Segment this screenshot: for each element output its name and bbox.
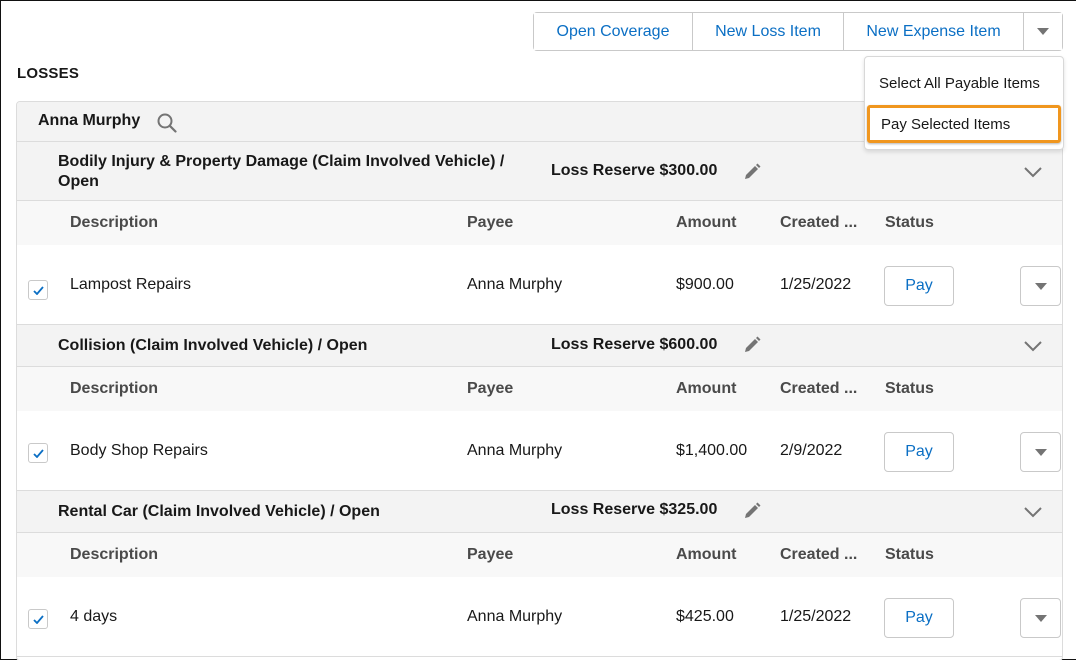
cell-description: Body Shop Repairs [70, 442, 208, 459]
column-header-row: Description Payee Amount Created ... Sta… [17, 533, 1062, 577]
losses-card: Anna Murphy Bodily Injury & Property Dam… [16, 101, 1063, 660]
coverage-title-line: Collision (Claim Involved Vehicle) / Ope… [58, 337, 368, 354]
column-amount[interactable]: Amount [676, 380, 736, 398]
loss-reserve: Loss Reserve $600.00 [551, 336, 718, 353]
menu-item-select-all-payable[interactable]: Select All Payable Items [865, 65, 1063, 101]
edit-pencil-icon[interactable] [742, 162, 762, 182]
caret-down-icon [1034, 282, 1047, 290]
cell-description: Lampost Repairs [70, 276, 191, 293]
column-status[interactable]: Status [885, 214, 934, 232]
coverage-title-line: Rental Car (Claim Involved Vehicle) / Op… [58, 503, 380, 520]
column-amount[interactable]: Amount [676, 546, 736, 564]
coverage-title: Rental Car (Claim Involved Vehicle) / Op… [58, 502, 380, 522]
loss-reserve: Loss Reserve $300.00 [551, 162, 718, 179]
edit-pencil-icon[interactable] [742, 501, 762, 521]
row-checkbox[interactable] [28, 609, 48, 629]
cell-description: 4 days [70, 608, 118, 625]
coverage-title-line: Bodily Injury & Property Damage (Claim I… [58, 153, 505, 170]
row-actions-button[interactable] [1020, 598, 1061, 638]
row-checkbox[interactable] [28, 443, 48, 463]
caret-down-icon [1034, 448, 1047, 456]
row-actions-button[interactable] [1020, 432, 1061, 472]
menu-item-pay-selected[interactable]: Pay Selected Items [867, 105, 1061, 143]
cell-created: 1/25/2022 [780, 276, 852, 293]
pay-button[interactable]: Pay [884, 266, 954, 306]
cell-created: 1/25/2022 [780, 608, 852, 625]
cell-created: 2/9/2022 [780, 442, 843, 459]
page-title: LOSSES [17, 65, 80, 82]
table-row: Body Shop Repairs Anna Murphy $1,400.00 … [17, 411, 1062, 491]
column-created[interactable]: Created ... [780, 214, 857, 232]
cell-amount: $900.00 [676, 276, 734, 293]
pay-button[interactable]: Pay [884, 432, 954, 472]
column-description[interactable]: Description [70, 214, 158, 232]
caret-down-icon [1034, 614, 1047, 622]
coverage-title: Collision (Claim Involved Vehicle) / Ope… [58, 336, 367, 356]
caret-down-icon [1037, 28, 1049, 35]
row-checkbox[interactable] [28, 280, 48, 300]
more-actions-menu: Select All Payable Items Pay Selected It… [864, 56, 1064, 150]
more-actions-button[interactable] [1024, 13, 1062, 50]
coverage-header: Bodily Injury & Property Damage (Claim I… [17, 142, 1062, 201]
loss-reserve: Loss Reserve $325.00 [551, 501, 718, 518]
column-payee[interactable]: Payee [467, 380, 513, 398]
new-loss-item-button[interactable]: New Loss Item [693, 13, 844, 50]
chevron-down-icon[interactable] [1023, 339, 1043, 353]
new-expense-item-button[interactable]: New Expense Item [844, 13, 1024, 50]
coverage-title: Bodily Injury & Property Damage (Claim I… [58, 152, 504, 192]
column-header-row: Description Payee Amount Created ... Sta… [17, 201, 1062, 245]
checkmark-icon [33, 449, 44, 458]
column-payee[interactable]: Payee [467, 546, 513, 564]
cell-payee: Anna Murphy [467, 442, 563, 459]
column-amount[interactable]: Amount [676, 214, 736, 232]
column-status[interactable]: Status [885, 380, 934, 398]
checkmark-icon [33, 286, 44, 295]
coverage-header: Rental Car (Claim Involved Vehicle) / Op… [17, 491, 1062, 533]
chevron-down-icon[interactable] [1023, 505, 1043, 519]
column-payee[interactable]: Payee [467, 214, 513, 232]
column-description[interactable]: Description [70, 380, 158, 398]
row-actions-button[interactable] [1020, 266, 1061, 306]
payee-name: Anna Murphy [38, 112, 141, 129]
table-row: 4 days Anna Murphy $425.00 1/25/2022 Pay [17, 577, 1062, 657]
column-description[interactable]: Description [70, 546, 158, 564]
column-header-row: Description Payee Amount Created ... Sta… [17, 367, 1062, 411]
table-row: Lampost Repairs Anna Murphy $900.00 1/25… [17, 245, 1062, 325]
search-icon[interactable] [156, 112, 178, 134]
coverage-header: Collision (Claim Involved Vehicle) / Ope… [17, 325, 1062, 367]
pay-button[interactable]: Pay [884, 598, 954, 638]
column-created[interactable]: Created ... [780, 546, 857, 564]
edit-pencil-icon[interactable] [742, 335, 762, 355]
cell-amount: $1,400.00 [676, 442, 748, 459]
column-created[interactable]: Created ... [780, 380, 857, 398]
chevron-down-icon[interactable] [1023, 165, 1043, 179]
cell-amount: $425.00 [676, 608, 734, 625]
open-coverage-button[interactable]: Open Coverage [534, 13, 693, 50]
cell-payee: Anna Murphy [467, 276, 563, 293]
cell-payee: Anna Murphy [467, 608, 563, 625]
coverage-title-line: Open [58, 173, 99, 190]
action-button-group: Open Coverage New Loss Item New Expense … [533, 12, 1063, 51]
checkmark-icon [33, 615, 44, 624]
column-status[interactable]: Status [885, 546, 934, 564]
